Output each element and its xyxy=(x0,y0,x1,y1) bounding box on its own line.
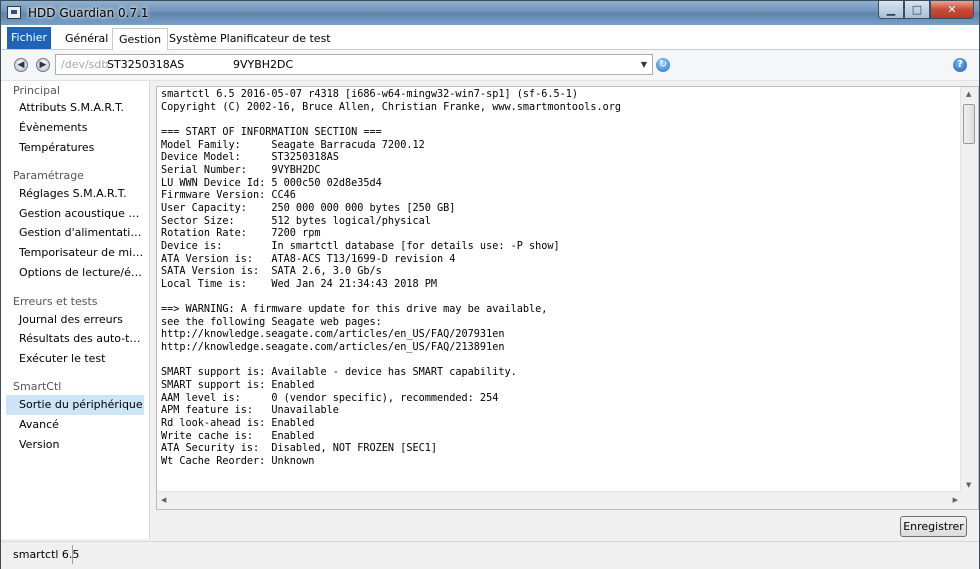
sidebar-item-version[interactable]: Version xyxy=(6,435,144,455)
tab-fichier[interactable]: Fichier xyxy=(7,27,51,49)
refresh-icon[interactable]: ↻ xyxy=(656,58,670,72)
smartctl-output-panel[interactable]: smartctl 6.5 2016-05-07 r4318 [i686-w64-… xyxy=(156,86,979,510)
output-line: Device is: In smartctl database [for det… xyxy=(161,240,560,252)
output-line: LU WWN Device Id: 5 000c50 02d8e35d4 xyxy=(161,177,382,189)
sidebar-item-acoustic[interactable]: Gestion acoustique avancée xyxy=(6,204,144,224)
chevron-down-icon[interactable]: ▼ xyxy=(636,55,652,74)
output-line: ATA Version is: ATA8-ACS T13/1699-D revi… xyxy=(161,253,456,265)
sidebar-group-parametrage: Paramétrage xyxy=(13,169,84,182)
sidebar-item-run-test[interactable]: Exécuter le test xyxy=(6,349,144,369)
output-line: ==> WARNING: A firmware update for this … xyxy=(161,304,548,316)
ribbon-tabs: Fichier Général Gestion Système Planific… xyxy=(1,25,979,50)
output-line: === START OF INFORMATION SECTION === xyxy=(161,126,382,138)
output-line: Serial Number: 9VYBH2DC xyxy=(161,164,321,176)
scroll-left-icon[interactable]: ◀ xyxy=(161,496,166,504)
app-window: HDD Guardian 0.7.1 ▁ □ ✕ Fichier Général… xyxy=(0,0,980,569)
device-serial: 9VYBH2DC xyxy=(233,58,294,71)
horizontal-scrollbar[interactable]: ◀ ▶ xyxy=(157,491,962,509)
device-select[interactable]: /dev/sdb ST3250318AS 9VYBH2DC ▼ xyxy=(55,54,653,75)
scroll-down-icon[interactable]: ▼ xyxy=(966,481,971,489)
scroll-corner xyxy=(961,492,978,509)
maximize-button[interactable]: □ xyxy=(904,1,930,19)
output-line: SMART support is: Available - device has… xyxy=(161,367,517,379)
sidebar-item-selftest-results[interactable]: Résultats des auto-tests xyxy=(6,329,144,349)
output-line: Copyright (C) 2002-16, Bruce Allen, Chri… xyxy=(161,101,622,113)
device-path: /dev/sdb xyxy=(61,58,109,71)
save-button[interactable]: Enregistrer xyxy=(900,516,967,537)
output-line: http://knowledge.seagate.com/articles/en… xyxy=(161,329,505,341)
sidebar-item-advanced[interactable]: Avancé xyxy=(6,415,144,435)
minimize-button[interactable]: ▁ xyxy=(878,1,904,19)
arrow-right-icon[interactable]: ▶ xyxy=(36,58,50,72)
output-line: Sector Size: 512 bytes logical/physical xyxy=(161,215,431,227)
tab-planificateur[interactable]: Planificateur de test xyxy=(214,28,337,49)
sidebar-group-smartctl: SmartCtl xyxy=(13,380,62,393)
output-line: Rotation Rate: 7200 rpm xyxy=(161,228,321,240)
output-line: Device Model: ST3250318AS xyxy=(161,152,339,164)
output-line: Firmware Version: CC46 xyxy=(161,190,296,202)
sidebar-item-error-log[interactable]: Journal des erreurs xyxy=(6,310,144,330)
help-icon[interactable]: ? xyxy=(953,58,967,72)
output-line: Local Time is: Wed Jan 24 21:34:43 2018 … xyxy=(161,278,438,290)
sidebar-item-temperatures[interactable]: Températures xyxy=(6,138,144,158)
status-separator xyxy=(72,545,73,564)
output-line: ATA Security is: Disabled, NOT FROZEN [S… xyxy=(161,443,438,455)
title-bar[interactable]: HDD Guardian 0.7.1 ▁ □ ✕ xyxy=(1,1,979,25)
output-line: smartctl 6.5 2016-05-07 r4318 [i686-w64-… xyxy=(161,89,579,100)
arrow-left-icon[interactable]: ◀ xyxy=(14,58,28,72)
tab-general[interactable]: Général xyxy=(59,28,114,49)
scroll-right-icon[interactable]: ▶ xyxy=(953,496,958,504)
vertical-scrollbar[interactable]: ▲ ▼ xyxy=(960,87,978,492)
smartctl-output-text: smartctl 6.5 2016-05-07 r4318 [i686-w64-… xyxy=(161,89,621,469)
sidebar-item-smart-settings[interactable]: Réglages S.M.A.R.T. xyxy=(6,184,144,204)
output-line: SMART support is: Enabled xyxy=(161,380,315,392)
output-line: Rd look-ahead is: Enabled xyxy=(161,418,315,430)
output-line: APM feature is: Unavailable xyxy=(161,405,339,417)
close-button[interactable]: ✕ xyxy=(930,1,974,19)
status-text: smartctl 6.5 xyxy=(13,548,80,561)
device-model: ST3250318AS xyxy=(107,58,185,71)
output-line: Write cache is: Enabled xyxy=(161,430,315,442)
toolbar: ◀ ▶ /dev/sdb ST3250318AS 9VYBH2DC ▼ ↻ ? xyxy=(1,50,979,81)
sidebar-item-power[interactable]: Gestion d'alimentation avancée xyxy=(6,223,144,243)
output-line: http://knowledge.seagate.com/articles/en… xyxy=(161,342,505,354)
scroll-up-icon[interactable]: ▲ xyxy=(966,90,971,98)
sidebar-item-standby-timer[interactable]: Temporisateur de mise en veille xyxy=(6,243,144,263)
hdd-app-icon xyxy=(7,6,21,19)
window-title: HDD Guardian 0.7.1 xyxy=(28,6,149,20)
output-line: see the following Seagate web pages: xyxy=(161,316,382,328)
output-line: Model Family: Seagate Barracuda 7200.12 xyxy=(161,139,425,151)
sidebar-group-principal: Principal xyxy=(13,84,60,97)
output-line: AAM level is: 0 (vendor specific), recom… xyxy=(161,392,499,404)
sidebar-item-device-output[interactable]: Sortie du périphérique xyxy=(6,395,144,415)
output-line: SATA Version is: SATA 2.6, 3.0 Gb/s xyxy=(161,266,382,278)
sidebar-group-errors: Erreurs et tests xyxy=(13,295,98,308)
sidebar-item-events[interactable]: Évènements xyxy=(6,118,144,138)
vertical-scroll-thumb[interactable] xyxy=(963,104,975,144)
output-line: Wt Cache Reorder: Unknown xyxy=(161,456,315,468)
status-bar: smartctl 6.5 xyxy=(1,541,979,569)
output-line: User Capacity: 250 000 000 000 bytes [25… xyxy=(161,202,456,214)
sidebar-item-smart-attributes[interactable]: Attributs S.M.A.R.T. xyxy=(6,98,144,118)
sidebar: Principal Attributs S.M.A.R.T. Évènement… xyxy=(1,81,150,539)
sidebar-item-rw-options[interactable]: Options de lecture/écriture xyxy=(6,263,144,283)
tab-gestion[interactable]: Gestion xyxy=(112,28,169,50)
